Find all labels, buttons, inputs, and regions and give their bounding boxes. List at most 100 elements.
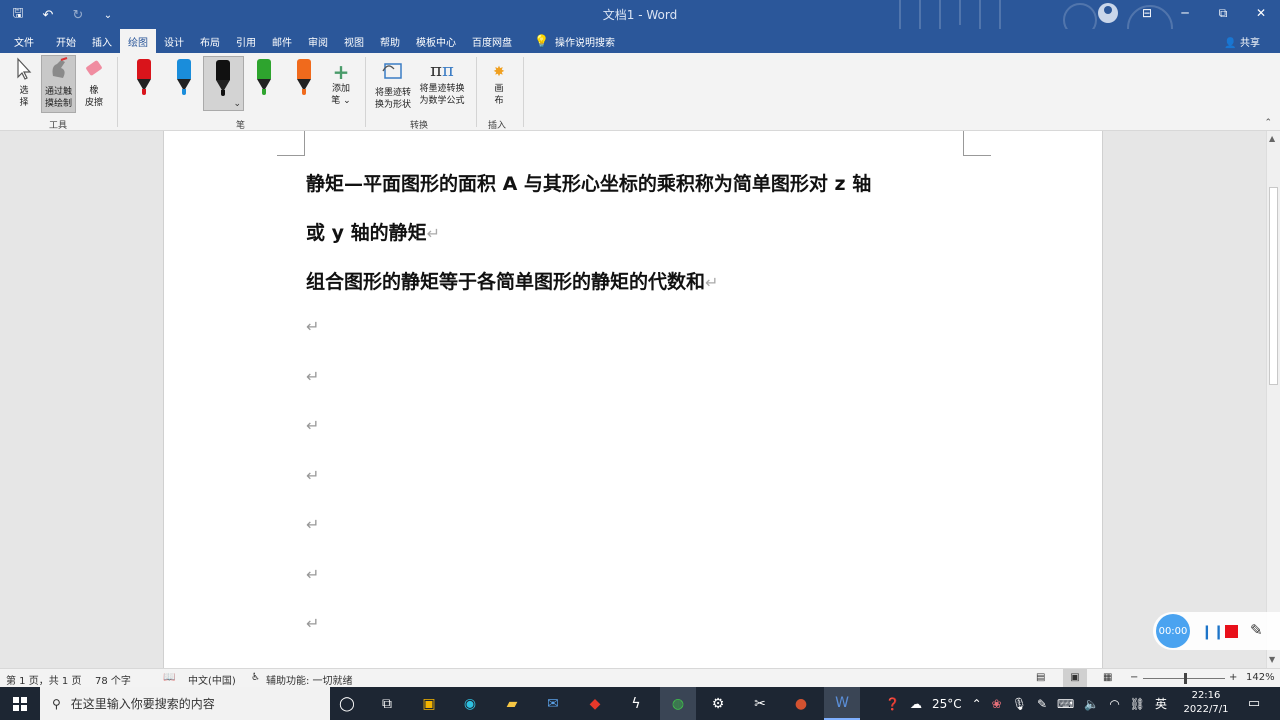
group-separator — [523, 57, 524, 127]
print-layout-icon[interactable]: ▣ — [1063, 669, 1087, 687]
stop-icon[interactable] — [1225, 625, 1238, 638]
close-button[interactable]: ✕ — [1242, 0, 1280, 26]
start-button[interactable] — [0, 687, 40, 720]
zoom-slider-thumb[interactable] — [1184, 673, 1187, 684]
help-icon[interactable]: ❓ — [885, 697, 900, 711]
empty-paragraph[interactable]: ↵ — [306, 466, 319, 485]
chevron-down-icon[interactable]: ⌄ — [233, 99, 241, 109]
capcut-icon[interactable]: ✂ — [745, 687, 775, 720]
app-tray-icon[interactable]: ❀ — [992, 697, 1002, 711]
temperature[interactable]: 25°C — [932, 697, 962, 711]
app-bolt-icon[interactable]: ϟ — [621, 687, 651, 720]
zoom-level[interactable]: 142% — [1246, 672, 1275, 683]
title-bar: 🖫 ↶ ↻ ⌄ 文档1 - Word ⊟ ─ ⧉ ✕ — [0, 0, 1280, 51]
store-icon[interactable]: ▣ — [414, 687, 444, 720]
tell-me-search[interactable]: 💡 操作说明搜索 — [520, 29, 615, 53]
tab-review[interactable]: 审阅 — [300, 29, 336, 53]
taskbar-search-box[interactable]: ⚲ 在这里输入你要搜索的内容 — [40, 687, 330, 720]
restore-button[interactable]: ⧉ — [1204, 0, 1242, 26]
pen-orange[interactable] — [297, 59, 311, 97]
ink-to-shape-button[interactable]: 将墨迹转 换为形状 — [370, 59, 416, 111]
cortana-icon[interactable]: ◯ — [334, 687, 360, 720]
pen-blue[interactable] — [177, 59, 191, 97]
empty-paragraph[interactable]: ↵ — [306, 367, 319, 386]
pen-tray-icon[interactable]: ✎ — [1037, 697, 1047, 711]
word-count[interactable]: 78 个字 — [95, 672, 131, 687]
select-tool-button[interactable]: 选 择 — [10, 57, 38, 109]
drawing-canvas-button[interactable]: ✸ 画 布 — [485, 61, 513, 107]
word-icon[interactable]: W — [824, 687, 860, 720]
ribbon-display-options-button[interactable]: ⊟ — [1128, 0, 1166, 26]
collapse-ribbon-icon[interactable]: ⌃ — [1264, 118, 1272, 128]
tab-layout[interactable]: 布局 — [192, 29, 228, 53]
read-mode-icon[interactable]: ▤ — [1036, 672, 1045, 683]
document-area[interactable]: 静矩—平面图形的面积 A 与其形心坐标的乘积称为简单图形对 z 轴 或 y 轴的… — [0, 131, 1266, 668]
paragraph-line-3[interactable]: 组合图形的静矩等于各简单图形的静矩的代数和↵ — [306, 267, 718, 294]
tab-design[interactable]: 设计 — [156, 29, 192, 53]
add-pen-button[interactable]: + 添加 笔 ⌄ — [327, 61, 355, 107]
pen-black[interactable] — [216, 60, 230, 98]
link-icon[interactable]: ⛓ — [1130, 697, 1145, 711]
wifi-icon[interactable]: ◠ — [1109, 697, 1119, 711]
weather-cloud-icon[interactable]: ☁ — [910, 697, 922, 711]
empty-paragraph[interactable]: ↵ — [306, 416, 319, 435]
empty-paragraph[interactable]: ↵ — [306, 565, 319, 584]
clock[interactable]: 22:16 2022/7/1 — [1178, 689, 1234, 717]
draw-with-touch-button[interactable]: 通过触 摸绘制 — [41, 55, 76, 113]
share-button[interactable]: 👤 共享 — [1224, 34, 1260, 49]
tab-baidu-netdisk[interactable]: 百度网盘 — [464, 29, 520, 53]
edge-icon[interactable]: ◉ — [455, 687, 485, 720]
file-explorer-icon[interactable]: ▰ — [497, 687, 527, 720]
scroll-up-icon[interactable]: ▲ — [1269, 134, 1275, 143]
vertical-scrollbar[interactable]: ▲ ▼ — [1266, 131, 1280, 668]
tab-draw[interactable]: 绘图 — [120, 29, 156, 53]
eraser-button[interactable]: 橡 皮擦 — [80, 57, 108, 109]
paragraph-line-1[interactable]: 静矩—平面图形的面积 A 与其形心坐标的乘积称为简单图形对 z 轴 — [306, 169, 871, 196]
canvas-icon: ✸ — [493, 64, 505, 80]
account-avatar[interactable] — [1098, 3, 1118, 23]
wechat-icon[interactable]: ◍ — [660, 687, 696, 720]
tab-mailings[interactable]: 邮件 — [264, 29, 300, 53]
paragraph-line-2[interactable]: 或 y 轴的静矩↵ — [306, 218, 440, 245]
pen-black-selected-frame[interactable]: ⌄ — [203, 56, 244, 111]
tab-view[interactable]: 视图 — [336, 29, 372, 53]
tab-template-center[interactable]: 模板中心 — [408, 29, 464, 53]
accessibility-status[interactable]: 辅助功能: 一切就绪 — [266, 672, 353, 687]
pause-icon[interactable]: ❙❙ — [1201, 624, 1224, 640]
language-indicator[interactable]: 中文(中国) — [188, 672, 236, 687]
ime-indicator[interactable]: 英 — [1155, 695, 1167, 712]
tab-help[interactable]: 帮助 — [372, 29, 408, 53]
zoom-in-button[interactable]: + — [1229, 672, 1237, 683]
tab-insert[interactable]: 插入 — [84, 29, 120, 53]
chevron-up-icon[interactable]: ⌃ — [972, 697, 982, 711]
zoom-out-button[interactable]: − — [1130, 672, 1138, 683]
document-page[interactable]: 静矩—平面图形的面积 A 与其形心坐标的乘积称为简单图形对 z 轴 或 y 轴的… — [163, 131, 1103, 668]
app-red-diamond-icon[interactable]: ◆ — [580, 687, 610, 720]
empty-paragraph[interactable]: ↵ — [306, 614, 319, 633]
scrollbar-thumb[interactable] — [1269, 187, 1278, 385]
pencil-icon[interactable]: ✎ — [1250, 621, 1263, 639]
notification-icon[interactable]: ▭ — [1240, 687, 1268, 720]
web-layout-icon[interactable]: ▦ — [1103, 672, 1112, 683]
tab-file[interactable]: 文件 — [0, 29, 48, 53]
tab-references[interactable]: 引用 — [228, 29, 264, 53]
page-count[interactable]: 第 1 页，共 1 页 — [6, 672, 81, 687]
network-icon[interactable]: ⌨ — [1057, 697, 1074, 711]
powerpoint-icon[interactable]: ● — [786, 687, 816, 720]
proofing-icon[interactable]: 📖 — [163, 672, 175, 683]
settings-gear-icon[interactable]: ⚙ — [703, 687, 733, 720]
task-view-icon[interactable]: ⧉ — [374, 687, 400, 720]
share-label: 共享 — [1240, 38, 1260, 49]
pen-green[interactable] — [257, 59, 271, 97]
ink-to-math-button[interactable]: ππ 将墨迹转换 为数学公式 — [415, 59, 469, 107]
microphone-icon[interactable]: 🎙 — [1012, 697, 1027, 711]
scroll-down-icon[interactable]: ▼ — [1269, 655, 1275, 664]
minimize-button[interactable]: ─ — [1166, 0, 1204, 26]
pen-red[interactable] — [137, 59, 151, 97]
empty-paragraph[interactable]: ↵ — [306, 317, 319, 336]
tab-home[interactable]: 开始 — [48, 29, 84, 53]
paragraph-mark: ↵ — [426, 224, 441, 243]
empty-paragraph[interactable]: ↵ — [306, 515, 319, 534]
volume-icon[interactable]: 🔈 — [1084, 697, 1099, 711]
mail-icon[interactable]: ✉ — [538, 687, 568, 720]
